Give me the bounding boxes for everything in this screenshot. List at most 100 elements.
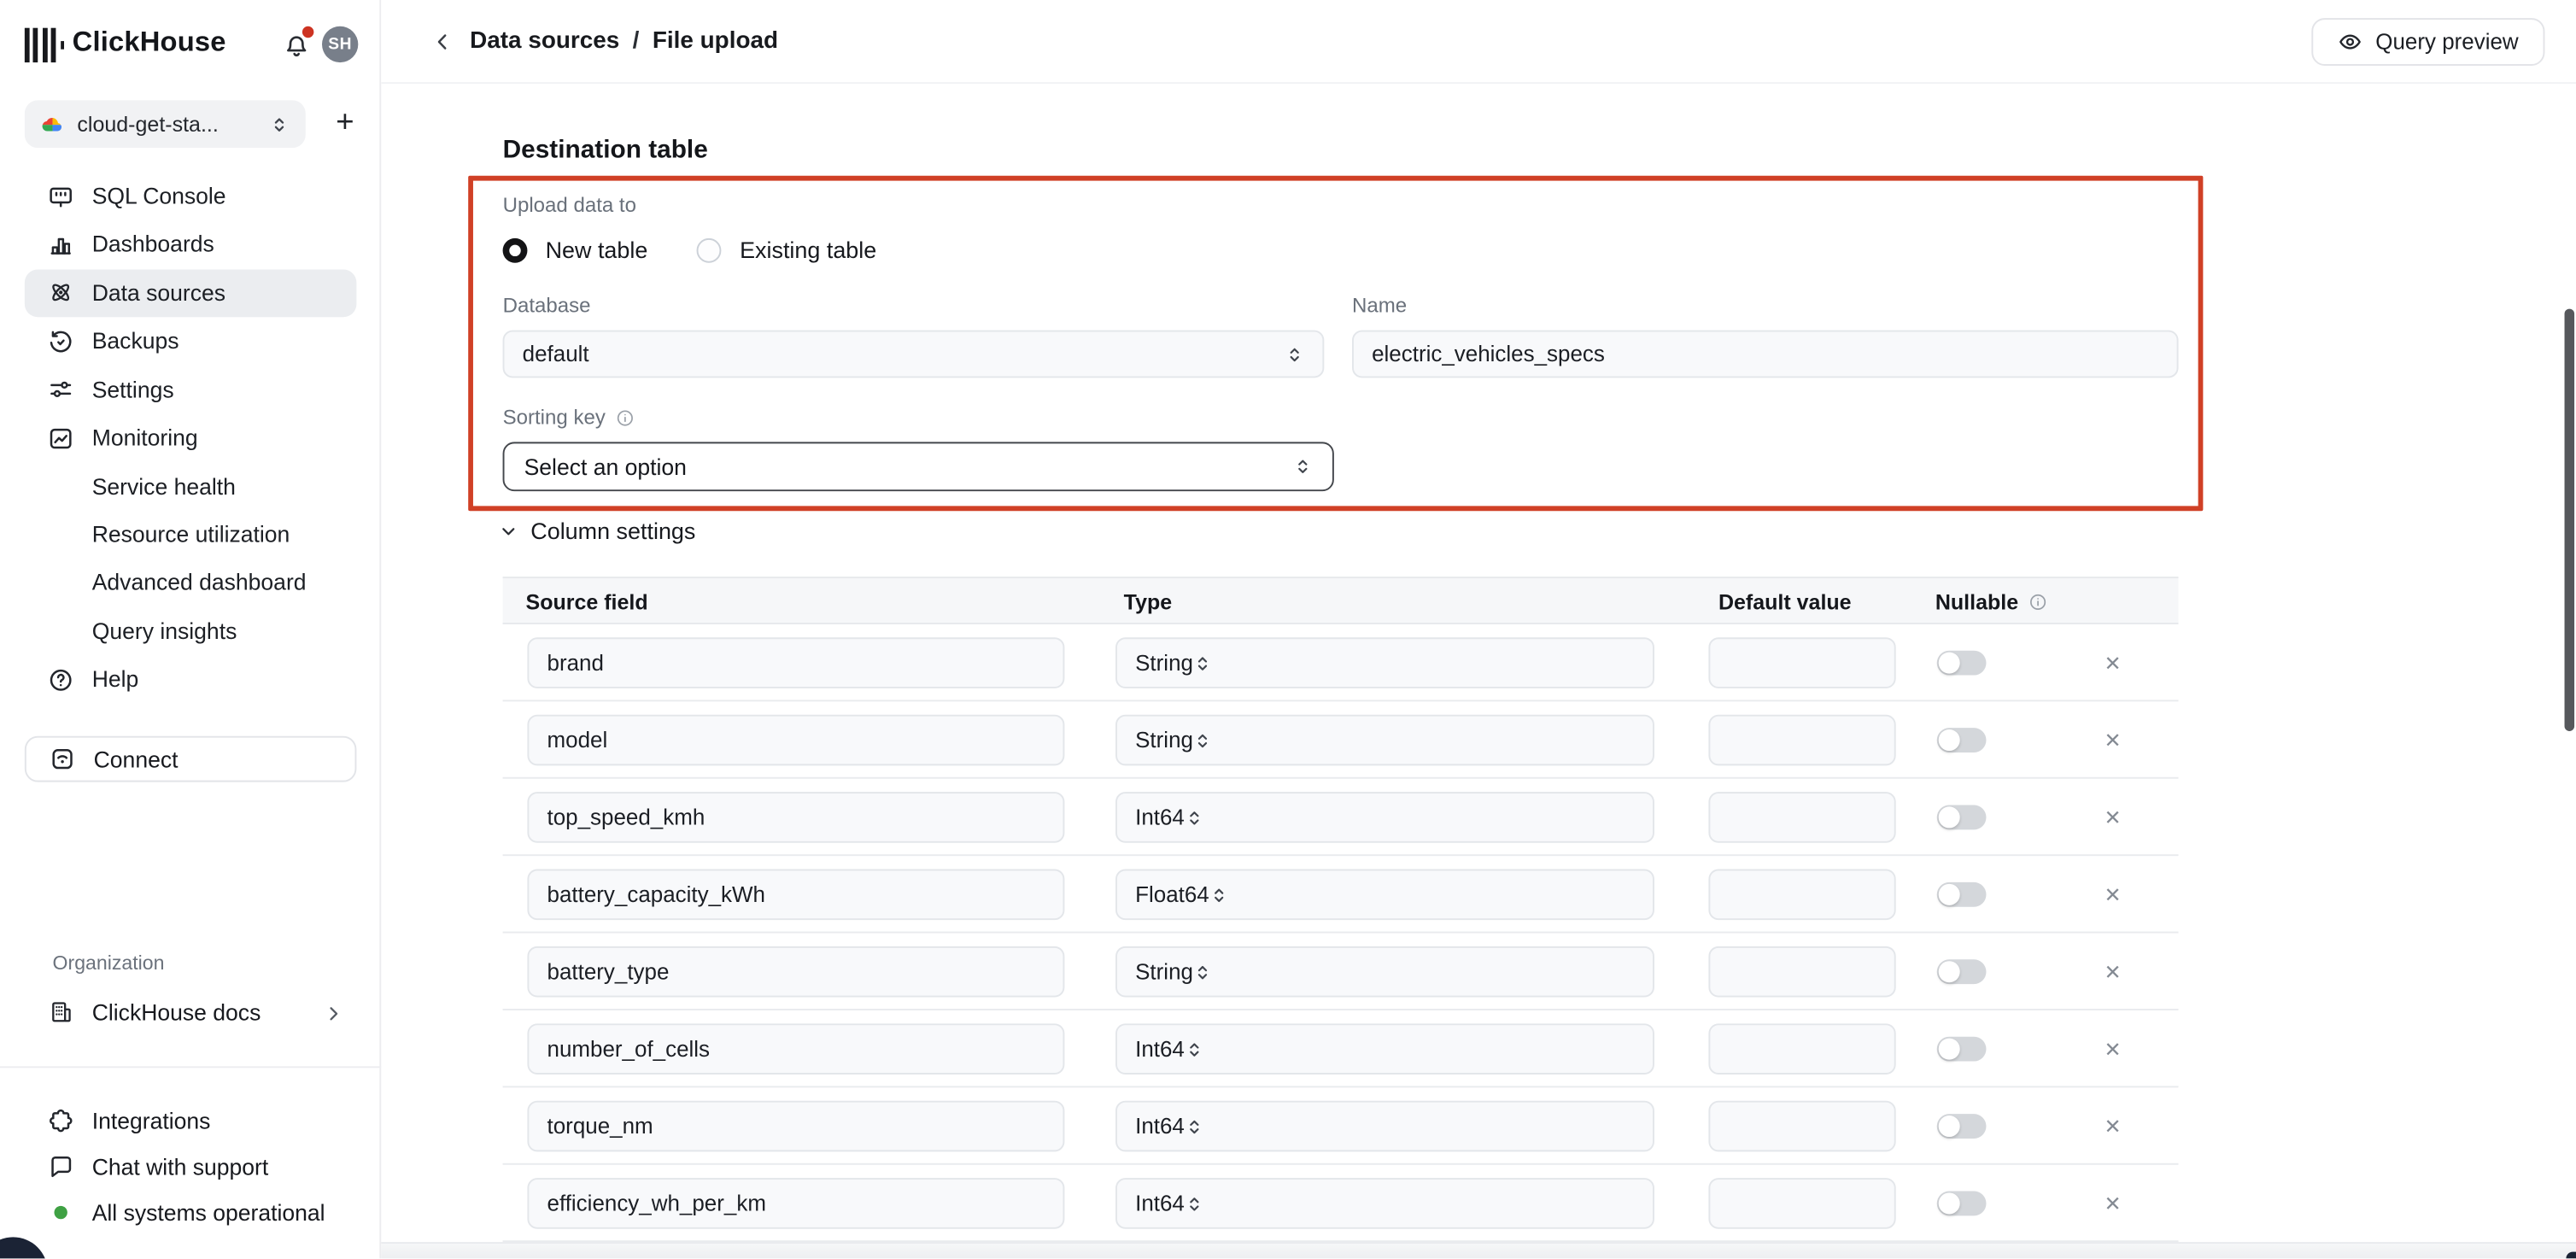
sidebar-item-query-insights[interactable]: Query insights [25, 607, 357, 655]
sidebar-item-settings[interactable]: Settings [25, 366, 357, 413]
breadcrumb-data-sources[interactable]: Data sources [470, 28, 619, 55]
source-field-value: brand [547, 651, 604, 676]
source-field-value: model [547, 728, 608, 752]
type-select[interactable]: Int64 [1115, 1178, 1654, 1229]
nullable-toggle[interactable] [1937, 1037, 1987, 1062]
default-value-input[interactable] [1708, 1101, 1895, 1152]
sidebar-item-chat-with-support[interactable]: Chat with support [25, 1144, 370, 1190]
default-value-input[interactable] [1708, 715, 1895, 766]
type-select[interactable]: Int64 [1115, 1101, 1654, 1152]
avatar[interactable]: SH [322, 26, 358, 62]
database-select[interactable]: default [503, 331, 1325, 378]
breadcrumb: Data sources / File upload [470, 28, 778, 55]
source-field-input[interactable]: battery_type [527, 946, 1064, 998]
table-header-row: Source field Type Default value Nullable [503, 577, 2179, 624]
notifications-bell-icon[interactable] [283, 32, 311, 60]
default-value-input[interactable] [1708, 792, 1895, 843]
source-field-value: battery_type [547, 959, 670, 984]
remove-row-button[interactable]: ✕ [2099, 649, 2126, 676]
chevron-right-icon [324, 1002, 343, 1022]
query-preview-label: Query preview [2375, 30, 2518, 55]
remove-row-button[interactable]: ✕ [2099, 1112, 2126, 1139]
sidebar-item-label: Service health [92, 474, 236, 499]
name-input[interactable]: electric_vehicles_specs [1352, 331, 2179, 378]
upload-target-radio-group: New table Existing table [503, 237, 877, 263]
nullable-info-icon[interactable] [2029, 593, 2046, 611]
nullable-toggle[interactable] [1937, 1192, 1987, 1216]
google-cloud-icon [41, 113, 64, 136]
sidebar-item-integrations[interactable]: Integrations [25, 1098, 370, 1144]
chat-icon [48, 1154, 74, 1180]
sidebar-item-all-systems-operational[interactable]: All systems operational [25, 1190, 370, 1236]
default-value-input[interactable] [1708, 870, 1895, 921]
type-select[interactable]: String [1115, 637, 1654, 688]
default-value-input[interactable] [1708, 637, 1895, 688]
sidebar-item-label: Settings [92, 378, 174, 402]
sidebar-item-monitoring[interactable]: Monitoring [25, 414, 357, 462]
sorting-key-select[interactable]: Select an option [503, 442, 1334, 491]
sidebar-item-service-health[interactable]: Service health [25, 462, 357, 510]
backups-icon [48, 328, 74, 354]
sidebar-item-resource-utilization[interactable]: Resource utilization [25, 511, 357, 559]
type-select[interactable]: Float64 [1115, 870, 1654, 921]
default-value-input[interactable] [1708, 1023, 1895, 1075]
new-table-radio[interactable] [503, 237, 528, 262]
sidebar-item-label: Integrations [92, 1108, 211, 1133]
organization-label: Organization [53, 952, 165, 975]
sidebar-item-backups[interactable]: Backups [25, 318, 357, 366]
nullable-toggle[interactable] [1937, 882, 1987, 907]
source-field-input[interactable]: top_speed_kmh [527, 792, 1064, 843]
add-service-button[interactable]: + [325, 103, 365, 143]
type-value: String [1135, 728, 1193, 752]
sidebar-item-dashboards[interactable]: Dashboards [25, 221, 357, 269]
type-select[interactable]: String [1115, 946, 1654, 998]
sidebar-item-advanced-dashboard[interactable]: Advanced dashboard [25, 559, 357, 607]
table-row: battery_type String ✕ [503, 934, 2179, 1010]
type-select[interactable]: String [1115, 715, 1654, 766]
back-chevron-icon[interactable] [432, 32, 454, 53]
type-select[interactable]: Int64 [1115, 792, 1654, 843]
header-type: Type [1124, 578, 1173, 626]
sorting-key-info-icon[interactable] [615, 408, 633, 426]
sidebar-item-label: Backups [92, 329, 179, 354]
default-value-input[interactable] [1708, 946, 1895, 998]
remove-row-button[interactable]: ✕ [2099, 804, 2126, 830]
source-field-input[interactable]: number_of_cells [527, 1023, 1064, 1075]
default-value-input[interactable] [1708, 1178, 1895, 1229]
sidebar-item-sql-console[interactable]: SQL Console [25, 173, 357, 220]
source-field-input[interactable]: brand [527, 637, 1064, 688]
remove-row-button[interactable]: ✕ [2099, 1190, 2126, 1216]
nullable-toggle[interactable] [1937, 728, 1987, 752]
notification-dot [302, 26, 313, 38]
sidebar-item-data-sources[interactable]: Data sources [25, 269, 357, 317]
remove-row-button[interactable]: ✕ [2099, 1035, 2126, 1062]
connect-button[interactable]: Connect [25, 736, 357, 782]
source-field-input[interactable]: model [527, 715, 1064, 766]
sidebar-item-label: ClickHouse docs [92, 999, 306, 1024]
source-field-value: efficiency_wh_per_km [547, 1192, 766, 1216]
existing-table-label: Existing table [740, 237, 876, 263]
service-name: cloud-get-sta... [77, 112, 256, 137]
nullable-toggle[interactable] [1937, 805, 1987, 829]
nullable-toggle[interactable] [1937, 1114, 1987, 1139]
column-settings-toggle[interactable]: Column settings [500, 518, 696, 544]
source-field-input[interactable]: efficiency_wh_per_km [527, 1178, 1064, 1229]
existing-table-radio[interactable] [697, 237, 722, 262]
service-selector[interactable]: cloud-get-sta... [25, 100, 306, 148]
sidebar-item-help[interactable]: Help [25, 656, 357, 704]
scrollbar-thumb[interactable] [2565, 309, 2575, 731]
source-field-value: torque_nm [547, 1114, 653, 1139]
source-field-input[interactable]: torque_nm [527, 1101, 1064, 1152]
type-select[interactable]: Int64 [1115, 1023, 1654, 1075]
remove-row-button[interactable]: ✕ [2099, 957, 2126, 984]
remove-row-button[interactable]: ✕ [2099, 726, 2126, 752]
database-value: default [523, 342, 1285, 366]
sidebar-item-label: Data sources [92, 281, 225, 306]
nullable-toggle[interactable] [1937, 959, 1987, 984]
source-field-input[interactable]: battery_capacity_kWh [527, 870, 1064, 921]
query-preview-button[interactable]: Query preview [2311, 18, 2544, 66]
sidebar-item-clickhouse-docs[interactable]: ClickHouse docs [25, 989, 357, 1035]
nullable-toggle[interactable] [1937, 651, 1987, 676]
table-row: model String ✕ [503, 701, 2179, 778]
remove-row-button[interactable]: ✕ [2099, 881, 2126, 907]
